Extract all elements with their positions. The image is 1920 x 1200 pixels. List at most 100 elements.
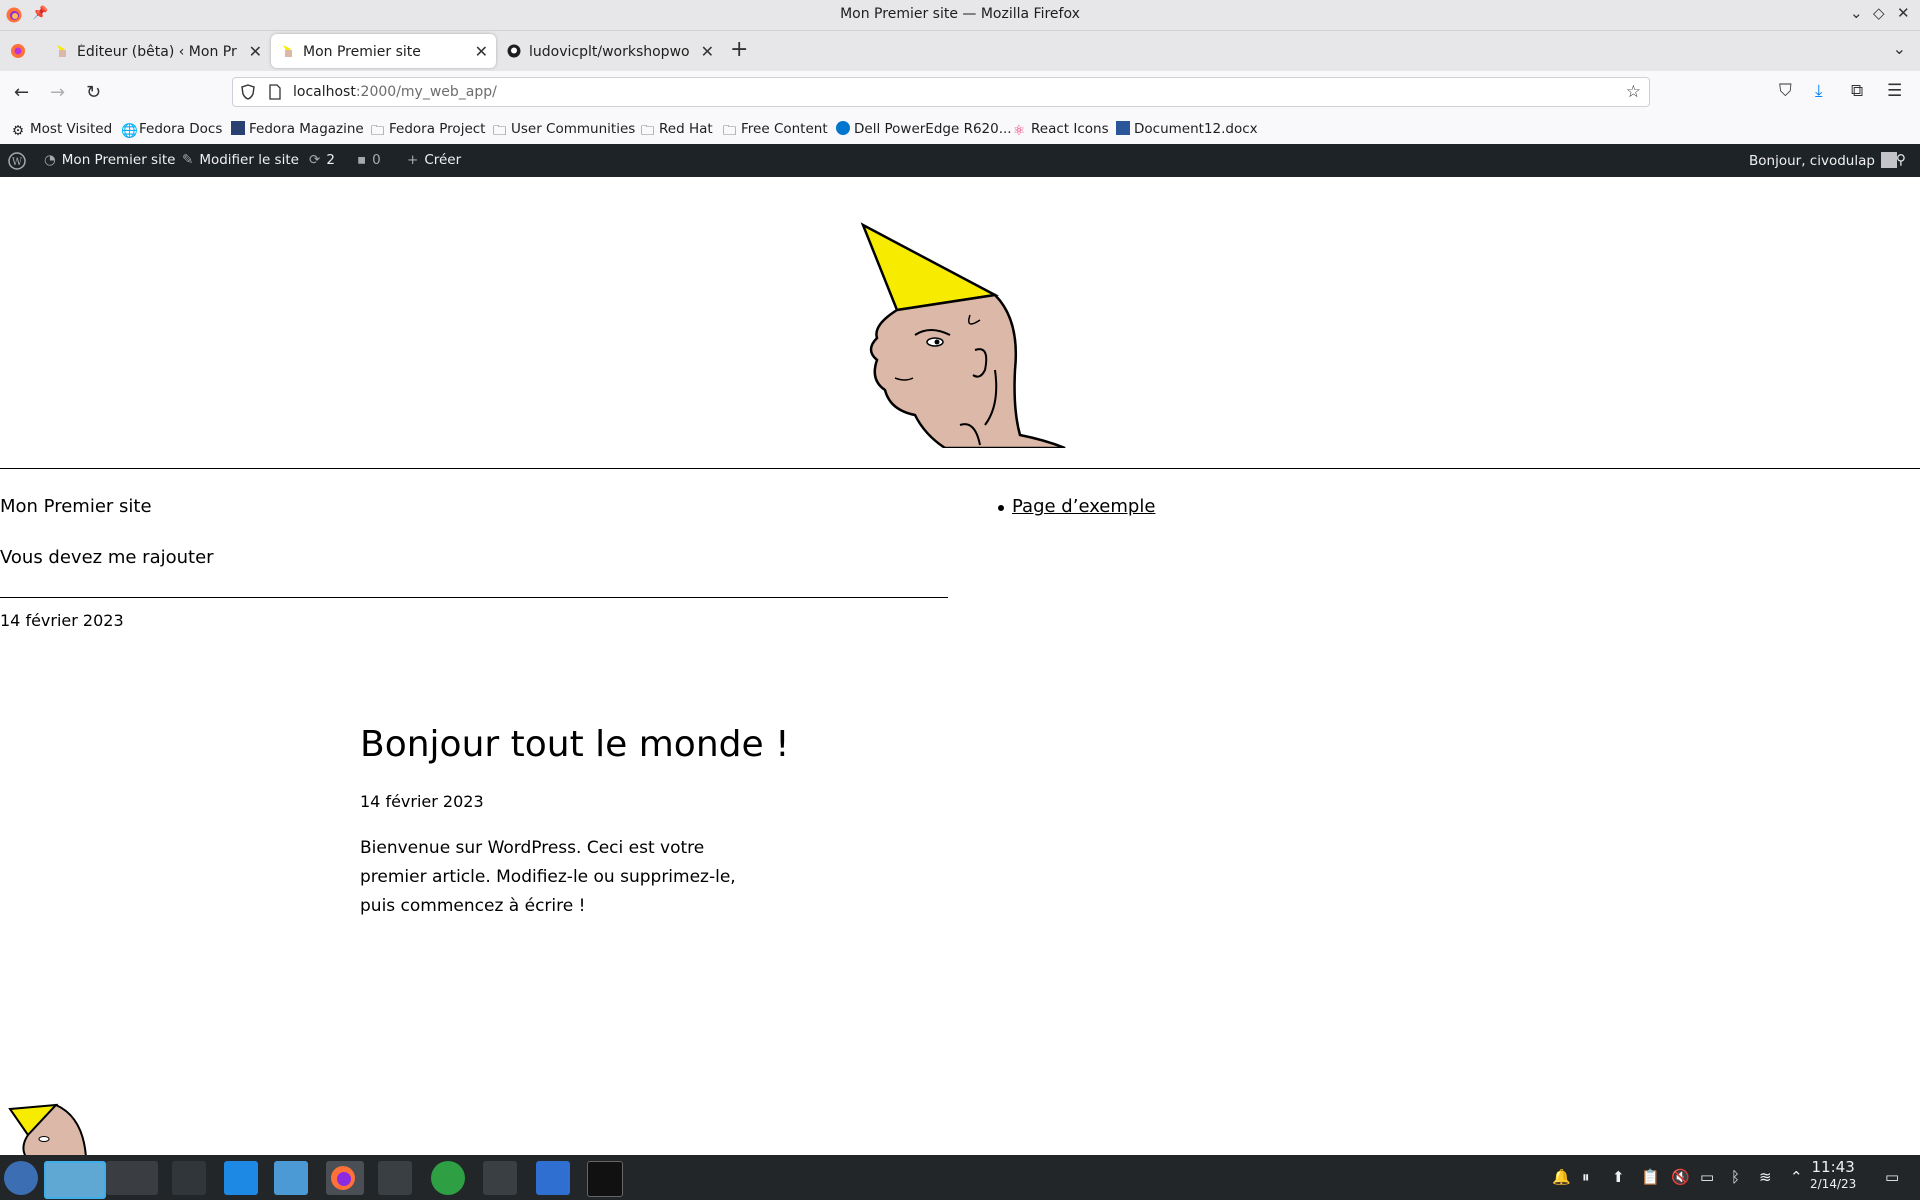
system-settings-icon[interactable] — [172, 1161, 206, 1195]
volume-muted-icon[interactable]: 🔇 — [1671, 1168, 1690, 1186]
tab-close-icon[interactable]: ✕ — [475, 42, 488, 61]
gear-icon: ⚙ — [12, 123, 25, 139]
bookmark-document12[interactable]: Document12.docx — [1116, 121, 1258, 137]
firefox-taskbar-icon[interactable] — [326, 1161, 364, 1195]
discover-store-icon[interactable] — [224, 1161, 258, 1195]
tab-close-icon[interactable]: ✕ — [701, 42, 714, 61]
tab-github[interactable]: ludovicplt/workshopwordp ✕ — [497, 34, 722, 68]
navigation-bar: ← → ↻ localhost:2000/my_web_app/ ☆ ⛉ ⤓ ⧉… — [0, 71, 1920, 114]
wp-account-link[interactable]: Bonjour, civodulap — [1749, 152, 1897, 169]
bookmark-label: Fedora Project — [389, 121, 486, 137]
site-tagline: Vous devez me rajouter — [0, 547, 214, 568]
wp-search-icon[interactable]: ⚲ — [1896, 152, 1906, 168]
list-all-tabs-icon[interactable]: ⌄ — [1893, 39, 1906, 58]
updates-tray-icon[interactable]: ⬆ — [1612, 1168, 1625, 1186]
firefox-logo-icon — [331, 1166, 355, 1190]
wp-comments-link[interactable]: ▪ 0 — [357, 152, 381, 168]
wp-site-name-link[interactable]: ◔ Mon Premier site — [44, 152, 175, 168]
header-separator — [0, 468, 1920, 469]
clock-time: 11:43 — [1811, 1158, 1855, 1176]
window-title: Mon Premier site — Mozilla Firefox — [840, 6, 1080, 22]
back-icon[interactable]: ← — [14, 82, 29, 103]
bookmark-dell-poweredge[interactable]: Dell PowerEdge R620... — [836, 121, 1012, 137]
post-title[interactable]: Bonjour tout le monde ! — [360, 724, 790, 765]
bookmark-star-icon[interactable]: ☆ — [1626, 82, 1641, 102]
konsole-dev-icon[interactable] — [378, 1161, 412, 1195]
bookmark-label: Free Content — [741, 121, 828, 137]
wp-new-content-link[interactable]: + Créer — [407, 152, 461, 168]
document-viewer-icon[interactable] — [536, 1161, 570, 1195]
plus-icon: + — [407, 152, 419, 168]
wordpress-logo-icon[interactable]: W — [8, 152, 26, 170]
url-text[interactable]: localhost:2000/my_web_app/ — [293, 84, 497, 100]
bookmark-red-hat[interactable]: 🗀 Red Hat — [641, 121, 713, 139]
svg-text:W: W — [12, 157, 23, 168]
browser-globe-icon[interactable] — [431, 1161, 465, 1195]
globe-icon: 🌐 — [121, 123, 138, 139]
fedora-launcher-icon[interactable] — [4, 1161, 38, 1195]
bookmark-user-communities[interactable]: 🗀 User Communities — [493, 121, 635, 139]
bookmark-fedora-docs[interactable]: 🌐Fedora Docs — [121, 121, 222, 139]
terminal-icon[interactable] — [587, 1161, 623, 1197]
post-date: 14 février 2023 — [360, 792, 484, 811]
show-desktop-icon[interactable]: ▭ — [1885, 1168, 1899, 1186]
maximize-icon[interactable]: ◇ — [1873, 4, 1885, 22]
wifi-icon[interactable]: ≋ — [1759, 1168, 1772, 1186]
menu-icon[interactable]: ☰ — [1887, 81, 1902, 101]
file-manager-icon[interactable] — [274, 1161, 308, 1195]
wp-admin-bar: W ◔ Mon Premier site ✎ Modifier le site ⟳ 2… — [0, 144, 1920, 177]
desktop-pager-1[interactable] — [44, 1161, 106, 1199]
updates-icon: ⟳ — [309, 152, 321, 168]
chad-favicon-icon — [57, 45, 66, 57]
bookmark-most-visited[interactable]: ⚙ Most Visited — [12, 121, 112, 139]
clipboard-icon[interactable]: 📋 — [1641, 1168, 1660, 1186]
avatar — [1880, 152, 1897, 168]
clock[interactable]: 11:43 2/14/23 — [1810, 1159, 1856, 1193]
bookmark-label: React Icons — [1031, 121, 1109, 137]
downloads-icon[interactable]: ⤓ — [1815, 81, 1823, 101]
new-tab-button[interactable]: + — [730, 37, 748, 62]
fedora-magazine-icon — [231, 121, 245, 135]
header-date: 14 février 2023 — [0, 611, 124, 630]
wp-comments-count: 0 — [372, 152, 381, 168]
app-grid-icon[interactable] — [483, 1161, 517, 1195]
pocket-icon[interactable]: ⛉ — [1779, 81, 1792, 101]
close-icon[interactable]: ✕ — [1897, 4, 1910, 22]
tab-editor[interactable]: Éditeur (bêta) ‹ Mon Premi ✕ — [45, 34, 270, 68]
page-info-icon[interactable] — [269, 84, 281, 100]
media-player-icon[interactable]: ⏸ — [1582, 1168, 1590, 1186]
bookmark-label: Fedora Magazine — [249, 121, 364, 137]
wp-updates-link[interactable]: ⟳ 2 — [309, 152, 335, 168]
tray-expand-icon[interactable]: ⌃ — [1790, 1168, 1803, 1186]
wp-greeting: Bonjour, civodulap — [1749, 153, 1875, 169]
brush-icon: ✎ — [182, 152, 194, 168]
clock-date: 2/14/23 — [1810, 1177, 1857, 1191]
notifications-icon[interactable]: 🔔 — [1552, 1168, 1571, 1186]
bookmark-free-content[interactable]: 🗀 Free Content — [723, 121, 828, 139]
desktop-pager-2[interactable] — [106, 1161, 158, 1195]
folder-icon: 🗀 — [493, 123, 507, 139]
folder-icon: 🗀 — [723, 123, 737, 139]
bookmark-react-icons[interactable]: ⚛ React Icons — [1013, 121, 1109, 139]
bookmark-fedora-project[interactable]: 🗀 Fedora Project — [371, 121, 486, 139]
site-title[interactable]: Mon Premier site — [0, 496, 152, 517]
firefox-view-icon[interactable] — [10, 43, 26, 59]
tab-close-icon[interactable]: ✕ — [249, 42, 262, 61]
reload-icon[interactable]: ↻ — [86, 82, 101, 103]
minimize-icon[interactable]: ⌄ — [1850, 4, 1863, 22]
menu-item-page-exemple[interactable]: Page d’exemple — [1012, 496, 1155, 517]
list-bullet — [998, 505, 1004, 511]
dell-icon — [836, 121, 850, 135]
window-titlebar: 📌 Mon Premier site — Mozilla Firefox ⌄ ◇… — [0, 0, 1920, 31]
bookmark-label: Red Hat — [659, 121, 713, 137]
bluetooth-icon[interactable]: ᛒ — [1731, 1168, 1740, 1186]
bookmark-fedora-magazine[interactable]: Fedora Magazine — [231, 121, 364, 137]
tracking-shield-icon[interactable] — [241, 84, 255, 100]
bookmark-label: Document12.docx — [1134, 121, 1258, 137]
battery-icon[interactable]: ▭ — [1700, 1168, 1714, 1186]
url-bar[interactable]: localhost:2000/my_web_app/ ☆ — [232, 77, 1650, 107]
forward-icon[interactable]: → — [50, 82, 65, 103]
wp-edit-site-link[interactable]: ✎ Modifier le site — [182, 152, 299, 168]
extensions-icon[interactable]: ⧉ — [1851, 81, 1863, 101]
tab-mon-premier-site[interactable]: Mon Premier site ✕ — [271, 34, 496, 68]
